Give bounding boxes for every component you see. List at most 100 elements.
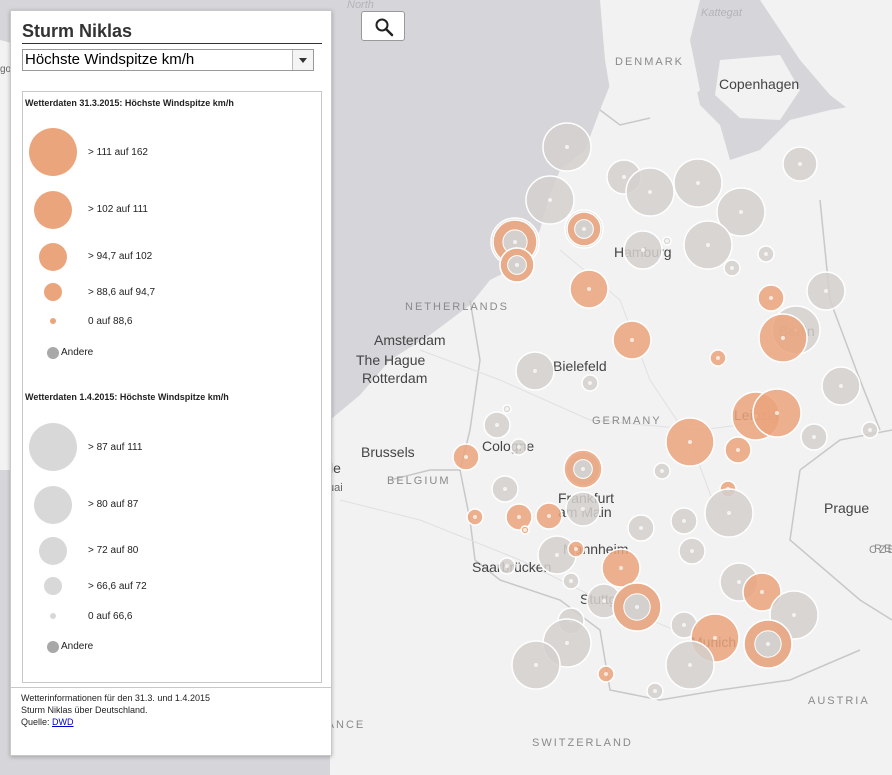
label-north-sea: North [347, 0, 374, 11]
station-marker[interactable] [653, 462, 671, 480]
station-marker[interactable] [498, 557, 516, 575]
label-bielefeld: Bielefeld [553, 358, 607, 374]
station-marker[interactable] [567, 540, 585, 558]
station-marker[interactable] [683, 220, 733, 270]
info-divider [11, 687, 331, 688]
station-center-dot [515, 263, 519, 267]
station-center-dot [688, 440, 692, 444]
station-center-dot [781, 336, 785, 340]
station-marker[interactable] [673, 158, 723, 208]
station-center-dot [635, 605, 639, 609]
legend-2-swatch-4 [44, 577, 62, 595]
source-link[interactable]: DWD [52, 717, 74, 727]
station-center-dot [716, 356, 720, 360]
legend-1-label-1: > 111 auf 162 [88, 147, 148, 158]
station-marker[interactable] [563, 449, 603, 489]
info-source-label: Quelle: [21, 717, 50, 727]
station-marker[interactable] [511, 640, 561, 690]
station-marker[interactable] [724, 436, 752, 464]
station-marker[interactable] [601, 548, 641, 588]
station-marker[interactable] [662, 236, 672, 246]
label-netherlands: NETHERLANDS [405, 301, 509, 313]
station-marker[interactable] [466, 508, 484, 526]
label-czech-rep: RE [874, 543, 892, 555]
station-marker[interactable] [505, 503, 533, 531]
legend-2-label-4: > 66,6 auf 72 [88, 581, 147, 592]
station-center-dot [513, 240, 517, 244]
station-marker[interactable] [678, 537, 706, 565]
station-marker[interactable] [723, 259, 741, 277]
chevron-down-icon[interactable] [292, 50, 313, 70]
station-center-dot [713, 636, 717, 640]
legend-2-swatch-3 [39, 537, 67, 565]
label-copenhagen: Copenhagen [719, 76, 799, 92]
station-marker[interactable] [665, 417, 715, 467]
station-center-dot [581, 507, 585, 511]
station-marker[interactable] [752, 388, 802, 438]
station-marker[interactable] [665, 640, 715, 690]
station-marker[interactable] [743, 619, 793, 669]
info-source: Quelle: DWD [21, 716, 210, 728]
legend-panel: Sturm Niklas Höchste Windspitze km/h Wet… [10, 10, 332, 756]
station-center-dot [792, 613, 796, 617]
station-marker[interactable] [565, 491, 601, 527]
station-center-dot [682, 519, 686, 523]
station-marker[interactable] [597, 665, 615, 683]
station-marker[interactable] [627, 514, 655, 542]
panel-title: Sturm Niklas [22, 21, 133, 41]
station-marker[interactable] [483, 411, 511, 439]
measure-select[interactable]: Höchste Windspitze km/h [22, 49, 314, 71]
station-marker[interactable] [782, 146, 818, 182]
legend-1-label-3: > 94,7 auf 102 [88, 251, 153, 262]
station-marker[interactable] [709, 349, 727, 367]
station-center-dot [648, 190, 652, 194]
station-marker[interactable] [515, 351, 555, 391]
station-marker[interactable] [670, 507, 698, 535]
station-center-dot [622, 175, 626, 179]
search-button[interactable] [361, 11, 405, 41]
station-marker[interactable] [612, 320, 652, 360]
station-marker[interactable] [821, 366, 861, 406]
station-marker[interactable] [757, 245, 775, 263]
station-marker[interactable] [757, 284, 785, 312]
station-marker[interactable] [758, 313, 808, 363]
label-prague: Prague [824, 500, 869, 516]
station-marker[interactable] [542, 122, 592, 172]
station-marker[interactable] [562, 572, 580, 590]
station-marker[interactable] [623, 230, 663, 270]
station-center-dot [682, 623, 686, 627]
legend-2-swatch-2 [34, 486, 72, 524]
station-marker[interactable] [535, 502, 563, 530]
legend-1-heading: Wetterdaten 31.3.2015: Höchste Windspitz… [25, 98, 234, 108]
station-marker[interactable] [510, 438, 528, 456]
label-belgium: BELGIUM [387, 475, 451, 487]
legend-2-swatch-5 [50, 613, 56, 619]
station-marker[interactable] [491, 475, 519, 503]
station-marker[interactable] [502, 404, 512, 414]
station-center-dot [766, 642, 770, 646]
station-marker[interactable] [612, 582, 662, 632]
station-marker[interactable] [704, 488, 754, 538]
legend-1-swatch-1 [29, 128, 77, 176]
station-marker[interactable] [581, 374, 599, 392]
station-marker[interactable] [569, 269, 609, 309]
station-marker[interactable] [564, 209, 604, 249]
station-marker[interactable] [452, 443, 480, 471]
station-center-dot [517, 515, 521, 519]
station-marker[interactable] [625, 167, 675, 217]
station-marker[interactable] [646, 682, 664, 700]
station-center-dot [824, 289, 828, 293]
station-marker[interactable] [525, 175, 575, 225]
station-marker[interactable] [499, 247, 535, 283]
legend-1-swatch-4 [44, 283, 62, 301]
station-marker[interactable] [800, 423, 828, 451]
legend-1-label-5: 0 auf 88,6 [88, 316, 133, 327]
station-marker[interactable] [520, 525, 530, 535]
label-germany: GERMANY [592, 415, 662, 427]
station-marker[interactable] [806, 271, 846, 311]
station-marker[interactable] [861, 421, 879, 439]
station-center-dot [798, 162, 802, 166]
label-the-hague: The Hague [356, 352, 425, 368]
station-center-dot [619, 566, 623, 570]
station-center-dot [641, 248, 645, 252]
